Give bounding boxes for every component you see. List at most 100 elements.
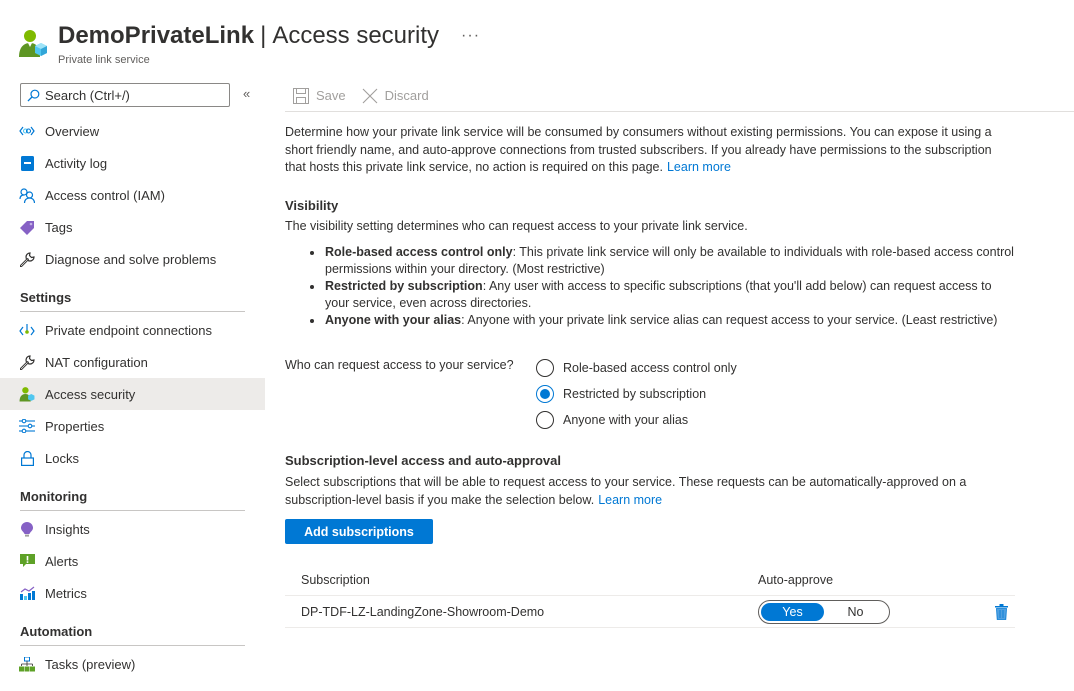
command-bar: Save Discard [285,80,1074,112]
delete-icon[interactable] [995,603,1008,620]
activity-log-icon [19,155,35,171]
metrics-icon [19,585,35,601]
bullet-term: Anyone with your alias [325,313,462,327]
wrench-icon [19,251,35,267]
sidebar-item-label: Tasks (preview) [45,656,136,672]
wrench-icon [19,354,35,370]
divider [20,311,245,312]
divider [20,510,245,511]
tag-icon [19,219,35,235]
sidebar-item-access-control[interactable]: Access control (IAM) [0,179,265,211]
save-button[interactable]: Save [293,87,346,104]
page-header: DemoPrivateLink | Access security ··· Priv… [18,20,480,66]
tasks-icon [19,656,35,672]
radio-button[interactable] [536,385,554,403]
sidebar-item-properties[interactable]: Properties [0,410,265,442]
radio-button[interactable] [536,359,554,377]
list-item: Anyone with your alias: Anyone with your… [307,312,1015,329]
radio-restricted-by-subscription[interactable]: Restricted by subscription [536,381,737,407]
radio-label: Role-based access control only [563,361,737,375]
visibility-description: The visibility setting determines who ca… [285,218,748,233]
close-icon [362,88,378,103]
sidebar-item-nat-configuration[interactable]: NAT configuration [0,346,265,378]
private-link-service-icon [19,30,47,57]
discard-button[interactable]: Discard [362,88,429,104]
sidebar-item-label: Insights [45,521,90,537]
column-header-subscription: Subscription [301,572,370,587]
bullet-text: : Anyone with your private link service … [461,313,998,327]
subscription-name: DP-TDF-LZ-LandingZone-Showroom-Demo [301,604,545,619]
visibility-question: Who can request access to your service? [285,358,514,372]
insights-icon [19,521,35,537]
table-header: Subscription Auto-approve [285,564,1015,596]
add-subscriptions-button[interactable]: Add subscriptions [285,519,433,544]
alerts-icon [19,553,35,569]
section-name: Access security [272,22,440,49]
resource-name: DemoPrivateLink [58,22,255,49]
collapse-sidebar-button[interactable]: « [243,86,250,101]
learn-more-link[interactable]: Learn more [667,160,731,174]
sidebar-item-overview[interactable]: Overview [0,115,265,147]
properties-icon [19,418,35,434]
sidebar-item-label: Access control (IAM) [45,187,165,203]
sidebar-item-locks[interactable]: Locks [0,442,265,474]
learn-more-link[interactable]: Learn more [598,493,662,507]
visibility-heading: Visibility [285,197,339,213]
sidebar-item-metrics[interactable]: Metrics [0,577,265,609]
column-header-auto-approve: Auto-approve [758,572,834,587]
sidebar-item-insights[interactable]: Insights [0,513,265,545]
sidebar-item-tasks[interactable]: Tasks (preview) [0,648,265,680]
sidebar-item-label: NAT configuration [45,354,148,370]
list-item: Role-based access control only: This pri… [307,244,1015,278]
sidebar-item-label: Tags [45,219,73,235]
sidebar-item-private-endpoint-connections[interactable]: Private endpoint connections [0,314,265,346]
divider [20,645,245,646]
sidebar-group-settings: Settings [20,290,72,305]
radio-label: Restricted by subscription [563,387,707,401]
overview-icon [19,123,35,139]
access-security-icon [19,386,35,402]
save-label: Save [316,88,346,103]
radio-rbac-only[interactable]: Role-based access control only [536,355,737,381]
subscriptions-table: Subscription Auto-approve DP-TDF-LZ-Land… [285,564,1015,628]
sidebar-item-tags[interactable]: Tags [0,211,265,243]
sidebar-nav: Overview Activity log Access control (IA… [0,115,265,680]
visibility-options-list: Role-based access control only: This pri… [307,244,1015,329]
resource-type: Private link service [58,54,150,66]
subscription-access-heading: Subscription-level access and auto-appro… [285,453,561,468]
iam-icon [19,187,35,203]
bullet-term: Restricted by subscription [325,279,483,293]
lock-icon [19,450,35,466]
sidebar-item-label: Alerts [45,553,79,569]
table-row: DP-TDF-LZ-LandingZone-Showroom-Demo Yes … [285,596,1015,628]
search-input[interactable] [45,87,215,103]
sidebar-item-alerts[interactable]: Alerts [0,545,265,577]
sidebar-item-diagnose[interactable]: Diagnose and solve problems [0,243,265,275]
sidebar-item-label: Access security [45,386,136,402]
sidebar-item-activity-log[interactable]: Activity log [0,147,265,179]
sidebar-item-access-security[interactable]: Access security [0,378,265,410]
page-title: DemoPrivateLink | Access security [58,20,439,52]
sidebar-item-label: Properties [45,418,105,434]
intro-text: Determine how your private link service … [285,124,1015,177]
toggle-no[interactable]: No [824,603,887,621]
save-icon [293,87,309,104]
bullet-term: Role-based access control only [325,245,513,259]
sidebar-item-label: Private endpoint connections [45,322,212,338]
more-options-button[interactable]: ··· [461,26,480,46]
auto-approve-toggle[interactable]: Yes No [758,599,890,624]
sidebar-group-monitoring: Monitoring [20,489,88,504]
discard-label: Discard [384,88,429,103]
search-icon [27,89,40,102]
search-box[interactable] [20,83,230,107]
sidebar-item-label: Metrics [45,585,87,601]
title-separator: | [260,22,267,49]
radio-anyone-with-alias[interactable]: Anyone with your alias [536,407,737,433]
sidebar-item-label: Overview [45,123,100,139]
intro-body: Determine how your private link service … [285,125,992,174]
toggle-yes[interactable]: Yes [761,602,824,621]
sidebar-item-label: Diagnose and solve problems [45,251,217,267]
sidebar-item-label: Activity log [45,155,108,171]
radio-button[interactable] [536,411,554,429]
visibility-radio-group: Who can request access to your service? … [285,355,1015,433]
